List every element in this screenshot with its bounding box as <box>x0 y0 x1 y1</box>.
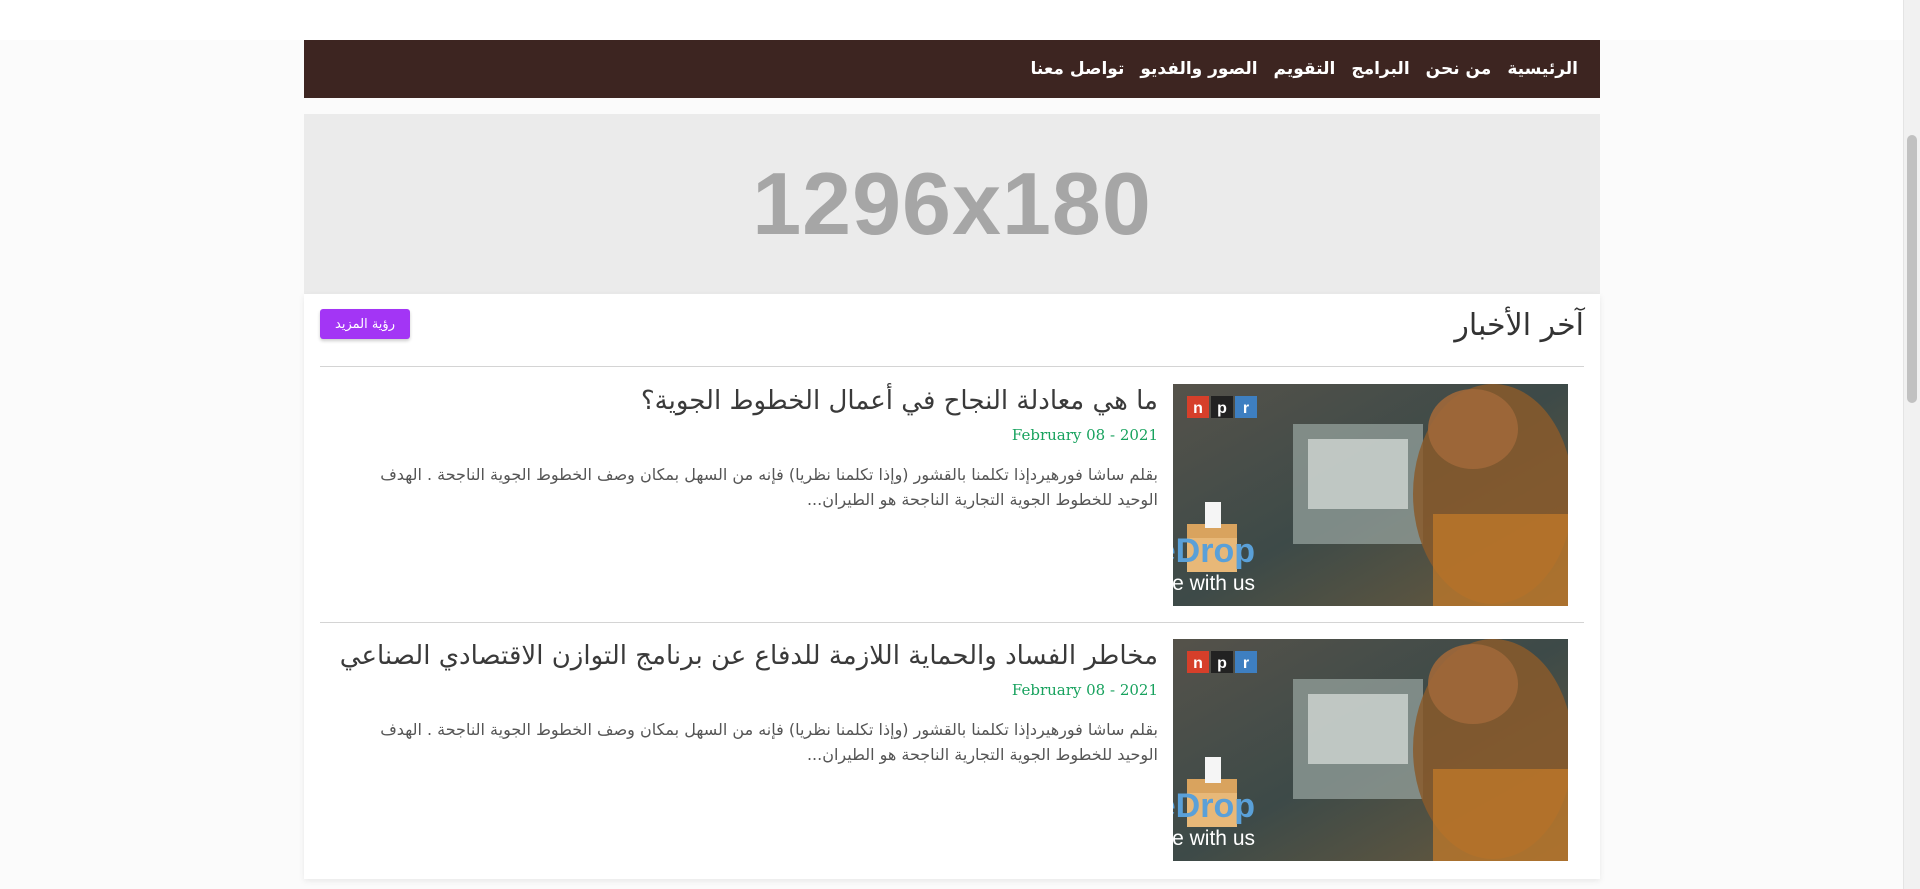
news-article: n p r SecureDrop Your story is safe with… <box>320 384 1584 606</box>
top-strip <box>0 0 1903 40</box>
page-scrollbar[interactable] <box>1903 0 1920 889</box>
article-excerpt: بقلم ساشا فورهيردإذا تكلمنا بالقشور (وإذ… <box>380 720 1158 764</box>
article-date: February 08 - 2021 <box>1011 426 1158 444</box>
securedrop-image: n p r SecureDrop Your story is safe with… <box>1173 384 1568 606</box>
article-divider <box>320 622 1584 623</box>
section-title: آخر الأخبار <box>1454 308 1584 343</box>
banner-placeholder: 1296x180 <box>304 114 1600 294</box>
logo-letter-p: p <box>1217 655 1227 672</box>
article-date: February 08 - 2021 <box>1011 681 1158 699</box>
nav-item-about[interactable]: من نحن <box>1418 59 1500 79</box>
nav-menu: الرئيسية من نحن البرامج التقويم الصور وا… <box>304 40 1600 98</box>
logo-letter-r: r <box>1243 400 1249 417</box>
banner-size-label: 1296x180 <box>752 154 1152 253</box>
article-thumbnail[interactable]: n p r SecureDrop Your story is safe with… <box>1173 639 1568 861</box>
logo-letter-n: n <box>1193 400 1203 417</box>
latest-news-section: آخر الأخبار رؤية المزيد n p r Drop e wit… <box>304 294 1600 879</box>
logo-letter-r: r <box>1243 655 1249 672</box>
see-more-button[interactable]: رؤية المزيد <box>320 309 410 339</box>
brand-tagline: Your story is safe with us. <box>1173 572 1255 595</box>
brand-name: SecureDrop <box>1173 532 1255 570</box>
article-excerpt: بقلم ساشا فورهيردإذا تكلمنا بالقشور (وإذ… <box>380 465 1158 509</box>
article-title[interactable]: ما هي معادلة النجاح في أعمال الخطوط الجو… <box>641 386 1158 416</box>
nav-item-programs[interactable]: البرامج <box>1343 59 1417 79</box>
nav-item-calendar[interactable]: التقويم <box>1266 59 1344 79</box>
logo-letter-n: n <box>1193 655 1203 672</box>
news-article: n p r SecureDrop Your story is safe with… <box>320 639 1584 861</box>
brand-name: SecureDrop <box>1173 787 1255 825</box>
logo-letter-p: p <box>1217 400 1227 417</box>
section-divider <box>320 366 1584 367</box>
brand-tagline: Your story is safe with us. <box>1173 827 1255 850</box>
securedrop-image: n p r SecureDrop Your story is safe with… <box>1173 639 1568 861</box>
main-navbar: الرئيسية من نحن البرامج التقويم الصور وا… <box>304 40 1600 98</box>
scrollbar-thumb[interactable] <box>1907 135 1917 403</box>
nav-item-home[interactable]: الرئيسية <box>1499 59 1586 79</box>
article-title[interactable]: مخاطر الفساد والحماية اللازمة للدفاع عن … <box>340 641 1158 671</box>
nav-item-contact[interactable]: تواصل معنا <box>1023 59 1133 79</box>
article-thumbnail[interactable]: n p r SecureDrop Your story is safe with… <box>1173 384 1568 606</box>
nav-item-gallery[interactable]: الصور والفديو <box>1132 59 1265 79</box>
